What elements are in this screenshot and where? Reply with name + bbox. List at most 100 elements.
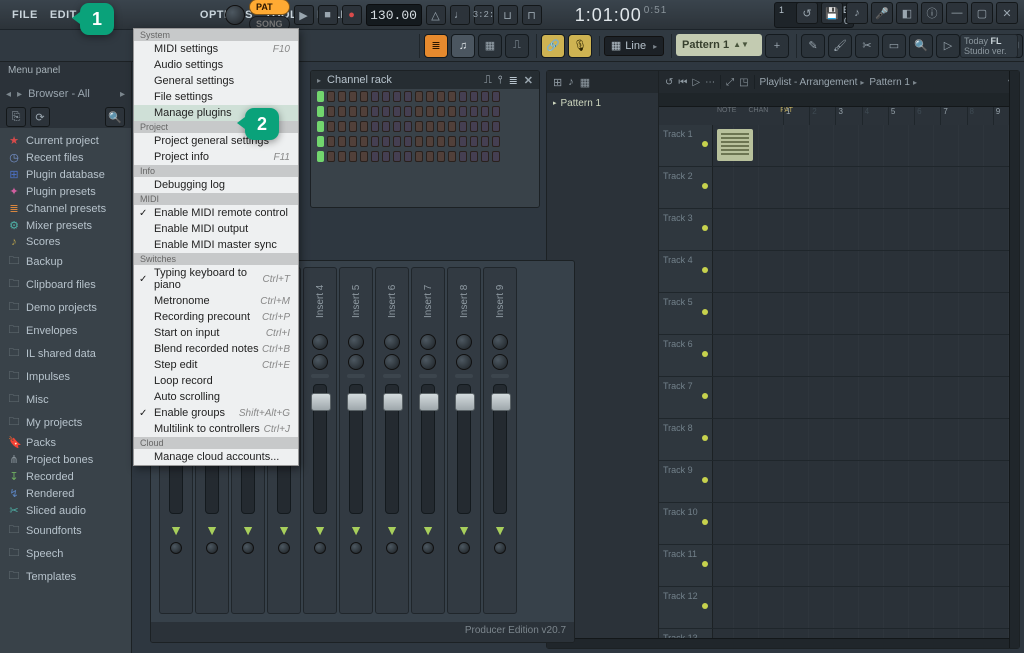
step-button[interactable] xyxy=(371,151,379,162)
step-button[interactable] xyxy=(437,91,445,102)
mixer-fader[interactable] xyxy=(349,384,363,514)
mixer-track[interactable]: Insert 4▼ xyxy=(303,267,337,614)
mixer-route-arrow-icon[interactable]: ▼ xyxy=(169,522,183,538)
step-button[interactable] xyxy=(459,121,467,132)
playlist-scroll-v[interactable] xyxy=(1009,71,1019,648)
browser-item[interactable]: 🗀Soundfonts xyxy=(0,519,131,542)
tool-playback[interactable]: ▷ xyxy=(936,34,960,58)
playlist-breadcrumb-1[interactable]: Playlist - Arrangement xyxy=(760,77,865,88)
mixer-track[interactable]: Insert 8▼ xyxy=(447,267,481,614)
browser-search-btn[interactable]: 🔍 xyxy=(105,107,125,127)
mixer-stereo-knob[interactable] xyxy=(456,354,472,370)
dropdown-item[interactable]: General settings xyxy=(134,73,298,89)
track-mute-led[interactable] xyxy=(702,435,708,441)
playlist-track-row[interactable]: Track 2 xyxy=(659,167,1019,209)
step-button[interactable] xyxy=(371,121,379,132)
step-button[interactable] xyxy=(393,121,401,132)
playlist-minimap[interactable] xyxy=(659,93,1019,107)
playlist-track-header[interactable]: Track 5 xyxy=(659,293,713,334)
browser-item[interactable]: ↧Recorded xyxy=(0,468,131,485)
browser-item[interactable]: ↯Rendered xyxy=(0,485,131,502)
playlist-track-row[interactable]: Track 12 xyxy=(659,587,1019,629)
stop-button[interactable]: ■ xyxy=(318,5,338,25)
playlist-track-header[interactable]: Track 12 xyxy=(659,587,713,628)
playlist-toolbar[interactable]: ↺⏮▷⋯ ⤢◳ Playlist - Arrangement Pattern 1… xyxy=(659,71,1019,93)
midi-in-button[interactable]: 🎙 xyxy=(568,34,592,58)
playlist-track-row[interactable]: Track 7 xyxy=(659,377,1019,419)
playlist-clip[interactable] xyxy=(717,129,753,161)
save-button[interactable]: 💾 xyxy=(821,2,843,24)
step-button[interactable] xyxy=(338,121,346,132)
step-button[interactable] xyxy=(338,106,346,117)
metronome-button[interactable]: △ xyxy=(426,5,446,25)
mixer-fader[interactable] xyxy=(313,384,327,514)
fader-cap[interactable] xyxy=(383,393,403,411)
mixer-fader[interactable] xyxy=(493,384,507,514)
step-button[interactable] xyxy=(338,136,346,147)
channel-row[interactable] xyxy=(311,134,539,149)
dropdown-item[interactable]: Debugging log xyxy=(134,177,298,193)
step-button[interactable] xyxy=(393,136,401,147)
step-button[interactable] xyxy=(349,106,357,117)
timeline-tick[interactable]: 5 xyxy=(888,107,914,125)
dropdown-item[interactable]: Manage cloud accounts... xyxy=(134,449,298,465)
mixer-mute-button[interactable] xyxy=(350,542,362,554)
playlist-track-header[interactable]: Track 7 xyxy=(659,377,713,418)
step-button[interactable] xyxy=(481,136,489,147)
mixer-pan-knob[interactable] xyxy=(456,334,472,350)
mixer-route-arrow-icon[interactable]: ▼ xyxy=(457,522,471,538)
fader-cap[interactable] xyxy=(455,393,475,411)
step-button[interactable] xyxy=(437,136,445,147)
step-button[interactable] xyxy=(470,91,478,102)
view-pianoroll-button[interactable]: ♫ xyxy=(451,34,475,58)
step-button[interactable] xyxy=(415,121,423,132)
browser-item[interactable]: ✦Plugin presets xyxy=(0,183,131,200)
step-button[interactable] xyxy=(382,106,390,117)
playlist-timeline[interactable]: NOTE CHAN PAT 123456789 xyxy=(659,107,1019,125)
step-button[interactable] xyxy=(470,106,478,117)
browser-item[interactable]: 🗀Demo projects xyxy=(0,296,131,319)
track-mute-led[interactable] xyxy=(702,309,708,315)
dropdown-item[interactable]: Blend recorded notesCtrl+B xyxy=(134,341,298,357)
step-button[interactable] xyxy=(470,121,478,132)
mixer-stereo-knob[interactable] xyxy=(384,354,400,370)
playlist-track-header[interactable]: Track 8 xyxy=(659,419,713,460)
step-button[interactable] xyxy=(459,91,467,102)
browser-item[interactable]: 🗀Clipboard files xyxy=(0,273,131,296)
export-button[interactable]: 🎤 xyxy=(871,2,893,24)
step-button[interactable] xyxy=(481,151,489,162)
channel-led[interactable] xyxy=(317,151,324,162)
step-button[interactable] xyxy=(470,136,478,147)
browser-item[interactable]: 🗀Speech xyxy=(0,542,131,565)
tool-zoom[interactable]: 🔍 xyxy=(909,34,933,58)
step-button[interactable] xyxy=(360,121,368,132)
browser-item[interactable]: 🗀Backup xyxy=(0,250,131,273)
dropdown-item[interactable]: ✓Enable MIDI remote control xyxy=(134,205,298,221)
playlist-track-header[interactable]: Track 4 xyxy=(659,251,713,292)
mixer-mute-button[interactable] xyxy=(278,542,290,554)
dropdown-item[interactable]: Recording precountCtrl+P xyxy=(134,309,298,325)
track-mute-led[interactable] xyxy=(702,477,708,483)
fader-cap[interactable] xyxy=(491,393,511,411)
mixer-route-arrow-icon[interactable]: ▼ xyxy=(349,522,363,538)
playlist-track-row[interactable]: Track 9 xyxy=(659,461,1019,503)
step-button[interactable] xyxy=(492,106,500,117)
playlist-track-header[interactable]: Track 2 xyxy=(659,167,713,208)
step-button[interactable] xyxy=(437,106,445,117)
chanrack-step-icon[interactable]: ≣ xyxy=(509,74,518,87)
mixer-fader[interactable] xyxy=(457,384,471,514)
mixer-mute-button[interactable] xyxy=(458,542,470,554)
playlist-track-header[interactable]: Track 10 xyxy=(659,503,713,544)
step-button[interactable] xyxy=(415,151,423,162)
mixer-track[interactable]: Insert 5▼ xyxy=(339,267,373,614)
step-button[interactable] xyxy=(448,106,456,117)
mixer-track[interactable]: Insert 7▼ xyxy=(411,267,445,614)
browser-item[interactable]: ⋔Project bones xyxy=(0,451,131,468)
countdown-button[interactable]: ♩ xyxy=(450,5,470,25)
track-mute-led[interactable] xyxy=(702,267,708,273)
step-button[interactable] xyxy=(349,151,357,162)
wave2-button[interactable]: ⊓ xyxy=(522,5,542,25)
tool-paint[interactable]: 🖌 xyxy=(828,34,852,58)
minitab-chan[interactable]: CHAN xyxy=(748,107,768,125)
playlist-track-header[interactable]: Track 6 xyxy=(659,335,713,376)
